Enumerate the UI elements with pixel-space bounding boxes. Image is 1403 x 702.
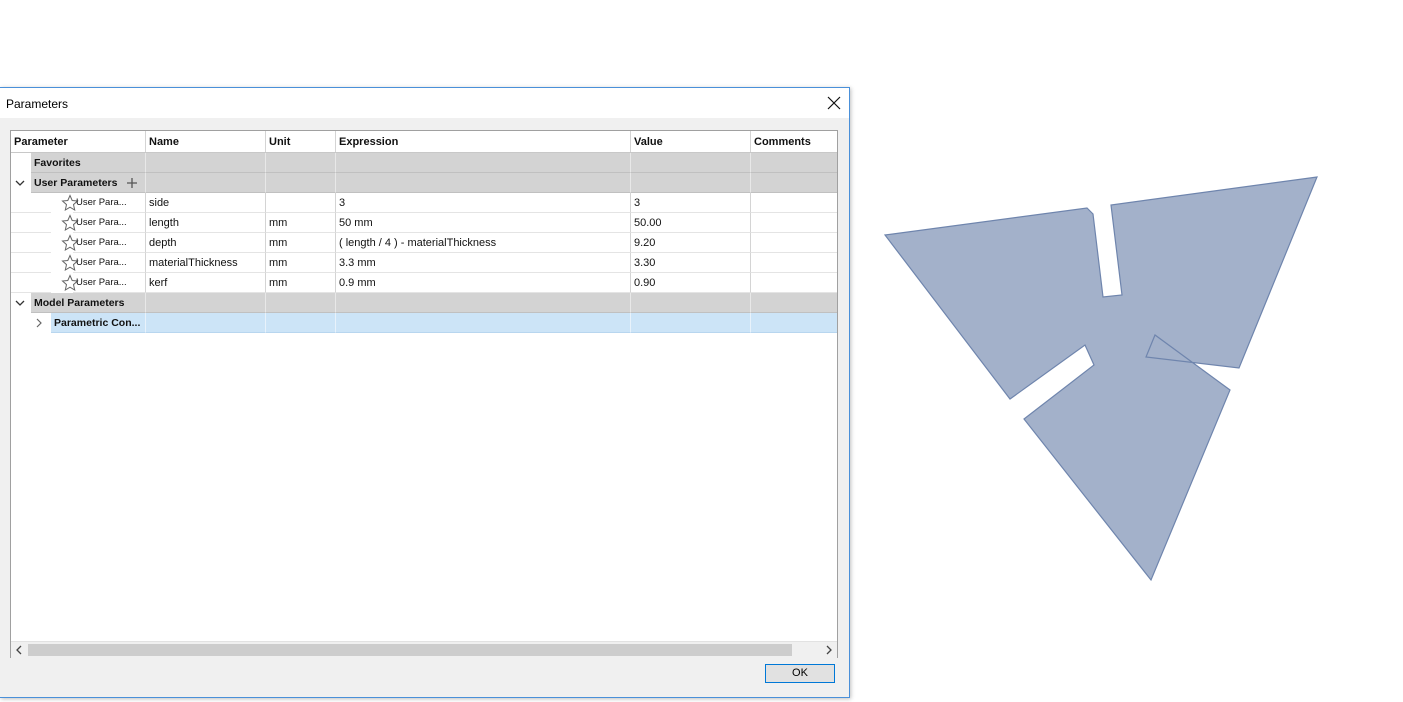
name-cell[interactable]: kerf	[146, 273, 266, 293]
table-row[interactable]: User Para... kerf mm 0.9 mm 0.90	[11, 273, 837, 293]
parameter-cell: User Para...	[73, 193, 146, 213]
unit-cell[interactable]: mm	[266, 273, 336, 293]
parameter-cell: User Para...	[73, 233, 146, 253]
table-row[interactable]: User Para... side 3 3	[11, 193, 837, 213]
column-header-comments[interactable]: Comments	[751, 131, 837, 152]
chevron-down-icon[interactable]	[14, 177, 26, 189]
table-row[interactable]: User Para... length mm 50 mm 50.00	[11, 213, 837, 233]
column-header-name[interactable]: Name	[146, 131, 266, 152]
value-cell: 0.90	[631, 273, 751, 293]
expression-cell[interactable]: ( length / 4 ) - materialThickness	[336, 233, 631, 253]
comments-cell[interactable]	[751, 273, 837, 293]
group-row-favorites[interactable]: Favorites	[11, 153, 837, 173]
table-row[interactable]: User Para... materialThickness mm 3.3 mm…	[11, 253, 837, 273]
table-row[interactable]: User Para... depth mm ( length / 4 ) - m…	[11, 233, 837, 253]
chevron-right-icon[interactable]	[33, 317, 45, 329]
sketch-profile	[883, 176, 1318, 582]
column-header-expression[interactable]: Expression	[336, 131, 631, 152]
value-cell: 50.00	[631, 213, 751, 233]
column-header-value[interactable]: Value	[631, 131, 751, 152]
parameters-table: Parameter Name Unit Expression Value Com…	[10, 130, 838, 658]
name-cell[interactable]: depth	[146, 233, 266, 253]
group-label-model-parameters: Model Parameters	[31, 293, 146, 313]
name-cell[interactable]: length	[146, 213, 266, 233]
unit-cell[interactable]: mm	[266, 233, 336, 253]
parametric-constraints-label: Parametric Con...	[51, 313, 146, 333]
unit-cell[interactable]	[266, 193, 336, 213]
parameter-cell: User Para...	[73, 213, 146, 233]
dialog-title: Parameters	[6, 97, 69, 111]
value-cell: 3.30	[631, 253, 751, 273]
name-cell[interactable]: side	[146, 193, 266, 213]
add-icon[interactable]	[126, 177, 138, 189]
value-cell: 9.20	[631, 233, 751, 253]
table-header: Parameter Name Unit Expression Value Com…	[11, 131, 837, 153]
close-icon[interactable]	[825, 94, 843, 112]
sketch-preview-shape	[883, 176, 1318, 582]
group-row-user-parameters[interactable]: User Parameters	[11, 173, 837, 193]
chevron-down-icon[interactable]	[14, 297, 26, 309]
comments-cell[interactable]	[751, 233, 837, 253]
chevron-right-icon[interactable]	[823, 644, 835, 656]
expression-cell[interactable]: 50 mm	[336, 213, 631, 233]
parameter-cell: User Para...	[73, 253, 146, 273]
value-cell: 3	[631, 193, 751, 213]
group-label-user-parameters: User Parameters	[34, 177, 118, 189]
column-header-unit[interactable]: Unit	[266, 131, 336, 152]
group-label-favorites: Favorites	[31, 153, 146, 173]
comments-cell[interactable]	[751, 213, 837, 233]
group-row-model-parameters[interactable]: Model Parameters	[11, 293, 837, 313]
ok-button[interactable]: OK	[765, 664, 835, 683]
expression-cell[interactable]: 3.3 mm	[336, 253, 631, 273]
expression-cell[interactable]: 3	[336, 193, 631, 213]
unit-cell[interactable]: mm	[266, 253, 336, 273]
parameters-dialog: Parameters Parameter Name Unit Expressio…	[0, 87, 850, 698]
table-row-selected[interactable]: Parametric Con...	[11, 313, 837, 333]
name-cell[interactable]: materialThickness	[146, 253, 266, 273]
horizontal-scrollbar[interactable]	[11, 641, 837, 658]
comments-cell[interactable]	[751, 193, 837, 213]
unit-cell[interactable]: mm	[266, 213, 336, 233]
column-header-parameter[interactable]: Parameter	[11, 131, 146, 152]
chevron-left-icon[interactable]	[13, 644, 25, 656]
comments-cell[interactable]	[751, 253, 837, 273]
parameter-cell: User Para...	[73, 273, 146, 293]
scrollbar-thumb[interactable]	[28, 644, 792, 656]
title-bar: Parameters	[0, 88, 849, 118]
expression-cell[interactable]: 0.9 mm	[336, 273, 631, 293]
